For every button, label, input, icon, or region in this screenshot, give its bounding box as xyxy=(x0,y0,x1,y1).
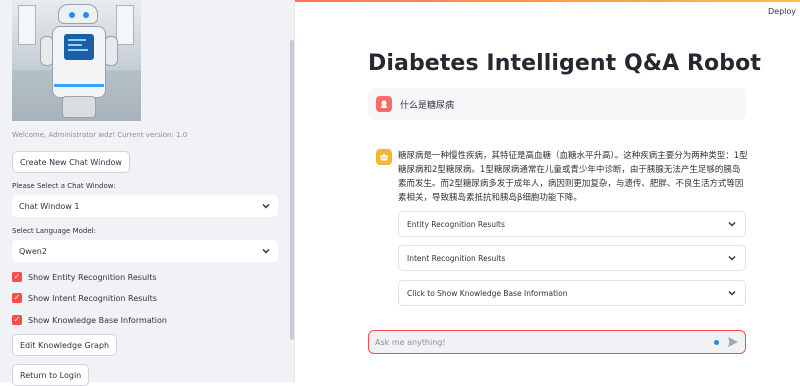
chevron-down-icon xyxy=(262,248,270,254)
expander-label: Click to Show Knowledge Base Information xyxy=(407,288,568,298)
checkbox-label: Show Knowledge Base Information xyxy=(28,315,167,325)
expander-label: Entity Recognition Results xyxy=(407,219,505,229)
sidebar: Welcome, Administrator wdz! Current vers… xyxy=(0,0,295,386)
send-icon[interactable] xyxy=(727,336,739,348)
chat-window-select[interactable]: Chat Window 1 xyxy=(12,195,278,217)
chat-select-value: Chat Window 1 xyxy=(19,201,80,211)
chat-input[interactable]: Ask me anything! xyxy=(368,330,746,354)
bot-avatar-icon xyxy=(376,149,392,165)
checkbox-checked-icon: ✓ xyxy=(12,315,22,325)
entity-recognition-checkbox[interactable]: ✓ Show Entity Recognition Results xyxy=(12,272,157,282)
model-select-value: Qwen2 xyxy=(19,246,47,256)
deploy-button[interactable]: Deploy xyxy=(768,7,796,16)
user-message: 什么是糖尿病 xyxy=(368,88,746,120)
chevron-down-icon xyxy=(728,290,736,296)
user-avatar-icon xyxy=(376,96,392,112)
intent-recognition-expander[interactable]: Intent Recognition Results xyxy=(398,245,746,271)
robot-image xyxy=(12,0,141,121)
edit-knowledge-graph-button[interactable]: Edit Knowledge Graph xyxy=(12,334,118,356)
chat-select-label: Please Select a Chat Window: xyxy=(12,182,116,190)
create-chat-button[interactable]: Create New Chat Window xyxy=(12,151,130,173)
chevron-down-icon xyxy=(728,221,736,227)
entity-recognition-expander[interactable]: Entity Recognition Results xyxy=(398,211,746,237)
model-select-label: Select Language Model: xyxy=(12,227,96,235)
checkbox-label: Show Intent Recognition Results xyxy=(28,293,157,303)
intent-recognition-checkbox[interactable]: ✓ Show Intent Recognition Results xyxy=(12,293,157,303)
chevron-down-icon xyxy=(728,255,736,261)
model-select[interactable]: Qwen2 xyxy=(12,240,278,262)
status-dot-icon xyxy=(714,340,719,345)
expander-label: Intent Recognition Results xyxy=(407,253,506,263)
checkbox-checked-icon: ✓ xyxy=(12,293,22,303)
knowledge-base-expander[interactable]: Click to Show Knowledge Base Information xyxy=(398,280,746,306)
bot-message-text: 糖尿病是一种慢性疾病，其特征是高血糖（血糖水平升高）。这种疾病主要分为两种类型：… xyxy=(398,151,748,203)
sidebar-scrollbar[interactable] xyxy=(290,40,294,340)
chevron-down-icon xyxy=(262,203,270,209)
knowledge-base-checkbox[interactable]: ✓ Show Knowledge Base Information xyxy=(12,315,167,325)
welcome-text: Welcome, Administrator wdz! Current vers… xyxy=(12,131,188,139)
checkbox-checked-icon: ✓ xyxy=(12,272,22,282)
page-title: Diabetes Intelligent Q&A Robot xyxy=(368,51,761,76)
user-message-text: 什么是糖尿病 xyxy=(400,100,455,111)
chat-input-placeholder: Ask me anything! xyxy=(375,337,446,347)
return-to-login-button[interactable]: Return to Login xyxy=(12,364,90,386)
checkbox-label: Show Entity Recognition Results xyxy=(28,272,157,282)
